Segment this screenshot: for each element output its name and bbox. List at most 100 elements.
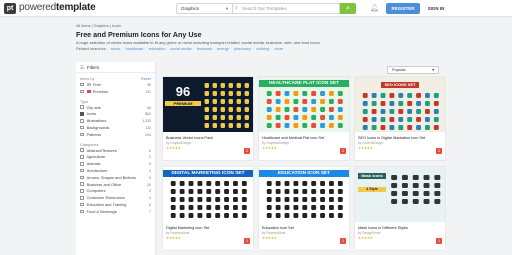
checkbox[interactable] <box>80 112 84 116</box>
filter-item[interactable]: Backgrounds 132 <box>76 125 155 132</box>
checkbox[interactable] <box>80 89 84 94</box>
related-tag[interactable]: business · <box>197 47 214 51</box>
card-title[interactable]: Digital Marketing Icon Set <box>166 226 209 230</box>
bell-icon[interactable]: 🔔︎ <box>370 4 379 12</box>
checkbox[interactable] <box>80 195 84 200</box>
category-select[interactable]: Graphics ▼ <box>176 3 232 14</box>
breadcrumb[interactable]: All Items | Graphics | Icons <box>76 24 121 28</box>
card-author[interactable]: by ContentDesign <box>358 141 383 145</box>
download-icon[interactable]: ⇩ <box>340 148 346 154</box>
related-tag[interactable]: social media · <box>170 47 193 51</box>
icon-thumb-glyph <box>389 101 395 106</box>
filter-count: 862 <box>145 112 151 117</box>
related-tag[interactable]: education · <box>149 47 168 51</box>
card-thumbnail[interactable]: PREMIUM 96 <box>163 77 253 132</box>
filter-item[interactable]: Education and Training 6 <box>76 202 155 209</box>
checkbox[interactable] <box>80 161 84 166</box>
filter-item[interactable]: Premium 131 <box>76 89 155 96</box>
icon-thumb-glyph <box>416 117 421 122</box>
filter-item[interactable]: Abstract/Textures 6 <box>76 148 155 155</box>
icon-thumb-glyph <box>433 93 439 98</box>
related-tag[interactable]: more <box>274 47 283 51</box>
checkbox[interactable] <box>80 202 84 207</box>
filter-item[interactable]: Arrows, Shapes and Buttons 5 <box>76 175 155 182</box>
download-icon[interactable]: ⇩ <box>340 238 346 244</box>
checkbox[interactable] <box>80 209 84 214</box>
filter-item[interactable]: Computers 5 <box>76 188 155 195</box>
card-thumbnail[interactable]: DIGITAL MARKETING ICON SET <box>163 167 253 222</box>
filter-item[interactable]: Animals 9 <box>76 161 155 168</box>
download-icon[interactable]: ⇩ <box>436 148 442 154</box>
icon-thumb-glyph <box>197 213 203 218</box>
filter-item[interactable]: Consumer Electronics 4 <box>76 195 155 202</box>
pricing-section-label: Items by Reset <box>76 73 155 82</box>
filter-count: 7 <box>149 209 151 214</box>
icon-set-card[interactable]: PREMIUM 96 Business Vector Icons Pack by Gr… <box>163 77 253 160</box>
filters-header[interactable]: ☰ Filters <box>76 62 155 73</box>
checkbox[interactable] <box>80 155 84 159</box>
filter-item[interactable]: Free 98 <box>76 82 155 89</box>
checkbox[interactable] <box>80 182 84 186</box>
icon-set-card[interactable]: 4 Style Mask Icons Mask Icons in Different… <box>355 167 445 250</box>
filter-item[interactable]: Clip arts 66 <box>76 105 155 112</box>
icon-thumb-glyph <box>241 197 247 202</box>
filter-item[interactable]: Patterns 244 <box>76 132 155 139</box>
icon-thumb-glyph <box>401 183 408 188</box>
checkbox[interactable] <box>80 118 84 123</box>
filter-item[interactable]: Agriculture 2 <box>76 154 155 161</box>
icon-thumb-glyph <box>311 197 317 202</box>
checkbox[interactable] <box>80 148 84 152</box>
card-title[interactable]: Healthcare and Medical Flat Icon Set <box>262 136 324 140</box>
card-thumbnail[interactable]: HEALTHCARE FLAT ICON SET <box>259 77 349 132</box>
card-author[interactable]: by PoweredUser <box>262 231 286 235</box>
checkbox[interactable] <box>80 125 84 130</box>
filter-item[interactable]: Icons 862 <box>76 111 155 118</box>
reset-link[interactable]: Reset <box>141 77 151 81</box>
search-input[interactable]: ⌕ Search Our Templates <box>232 3 340 14</box>
filter-item[interactable]: Illustrations 1,233 <box>76 118 155 125</box>
card-title[interactable]: Education Icon Set <box>262 226 294 230</box>
checkbox[interactable] <box>80 189 84 193</box>
related-tag[interactable]: healthcare · <box>126 47 146 51</box>
signin-button[interactable]: SIGN IN <box>424 3 448 14</box>
card-title[interactable]: SEO Icons in Digital Illustration Icon S… <box>358 136 425 140</box>
card-thumbnail[interactable]: SEO ICONS SET <box>355 77 445 132</box>
download-icon[interactable]: ⇩ <box>436 238 442 244</box>
checkbox[interactable] <box>80 105 84 109</box>
logo-icon[interactable]: pt <box>4 3 16 14</box>
icon-thumb-glyph <box>266 205 272 210</box>
card-title[interactable]: Mask Icons in Different Styles <box>358 226 408 230</box>
icon-set-card[interactable]: HEALTHCARE FLAT ICON SET Healthcare and M… <box>259 77 349 160</box>
icon-set-card[interactable]: EDUCATION ICON SET Education Icon Set by P… <box>259 167 349 250</box>
related-tag[interactable]: clothing · <box>256 47 271 51</box>
card-author[interactable]: by GraphicDesign <box>166 141 191 145</box>
download-icon[interactable]: ⇩ <box>244 238 250 244</box>
card-author[interactable]: by DesignPrime <box>358 231 381 235</box>
related-tag[interactable]: pharmacy · <box>234 47 253 51</box>
checkbox[interactable] <box>80 175 84 180</box>
card-author[interactable]: by PoweredUser <box>166 231 190 235</box>
download-icon[interactable]: ⇩ <box>244 148 250 154</box>
brand-name[interactable]: poweredtemplate <box>19 2 96 13</box>
icon-thumb-glyph <box>329 181 334 186</box>
related-tag[interactable]: arrow · <box>111 47 123 51</box>
filter-item[interactable]: Food & Beverage 7 <box>76 209 155 216</box>
checkbox[interactable] <box>80 82 84 87</box>
icon-set-card[interactable]: DIGITAL MARKETING ICON SET Digital Market… <box>163 167 253 250</box>
card-title[interactable]: Business Vector Icons Pack <box>166 136 213 140</box>
related-tag[interactable]: energy · <box>217 47 231 51</box>
icon-set-card[interactable]: SEO ICONS SET SEO Icons in Digital Illust… <box>355 77 445 160</box>
checkbox[interactable] <box>80 132 84 137</box>
filter-item[interactable]: Architecture 4 <box>76 168 155 175</box>
checkbox[interactable] <box>80 168 84 173</box>
search-button[interactable]: ⌕ <box>340 3 356 14</box>
card-author[interactable]: by GraphicsDesign <box>262 141 289 145</box>
card-thumbnail[interactable]: EDUCATION ICON SET <box>259 167 349 222</box>
sort-select[interactable]: Popular ▼ <box>387 66 439 74</box>
icon-thumb-glyph <box>425 93 430 98</box>
filter-item[interactable]: Business and Office 30 <box>76 182 155 189</box>
icon-thumb-glyph <box>416 125 421 130</box>
register-button[interactable]: REGISTER <box>386 3 420 14</box>
card-thumbnail[interactable]: 4 Style Mask Icons <box>355 167 445 222</box>
icon-thumb-glyph <box>206 197 212 202</box>
